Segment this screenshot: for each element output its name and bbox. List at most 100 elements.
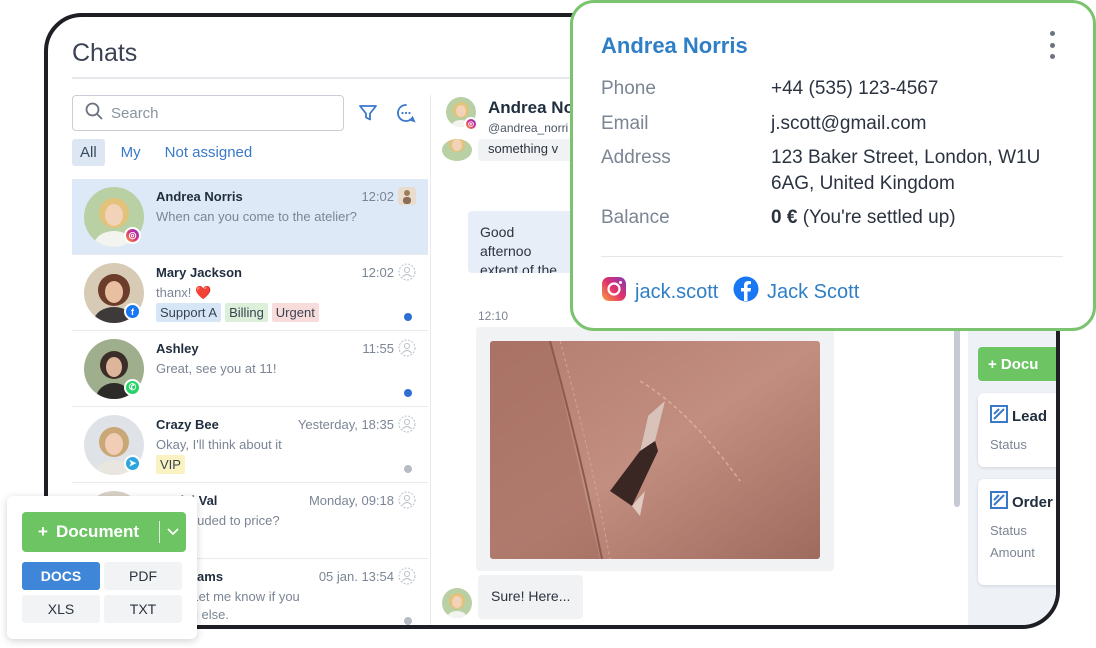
conversation-scrollbar[interactable] xyxy=(954,317,962,625)
chat-time: 12:02 xyxy=(361,189,394,204)
assigned-agent-avatar-icon xyxy=(398,187,416,205)
message-avatar xyxy=(442,139,472,161)
email-label: Email xyxy=(601,113,649,134)
conversation-handle: @andrea_norri xyxy=(488,121,569,135)
facebook-name[interactable]: Jack Scott xyxy=(767,281,859,304)
chat-time: 05 jan. 13:54 xyxy=(318,569,394,584)
format-txt[interactable]: TXT xyxy=(104,595,182,623)
message-bubble-incoming: something v xyxy=(478,139,578,161)
balance-amount: 0 € xyxy=(771,207,798,228)
chat-row-andrea-norris[interactable]: ◎ Andrea Norris 12:02 When can you come … xyxy=(72,179,428,255)
instagram-link[interactable]: jack.scott xyxy=(601,276,718,308)
chat-tags: Support A Billing Urgent xyxy=(156,303,319,322)
address-line-2: 6AG, United Kingdom xyxy=(771,173,955,194)
unassigned-agent-icon xyxy=(398,339,416,357)
document-widget: + Document DOCS PDF XLS TXT xyxy=(7,496,197,639)
contact-card-popup: Andrea Norris Phone +44 (535) 123-4567 E… xyxy=(570,0,1096,331)
leather-jacket-photo[interactable] xyxy=(490,341,820,559)
crm-add-document-button[interactable]: + Docu xyxy=(978,347,1056,381)
crm-card-lead[interactable]: Lead Status xyxy=(978,393,1056,467)
unassigned-agent-icon xyxy=(398,567,416,585)
contact-name: Andrea Norris xyxy=(601,33,748,58)
chevron-down-icon[interactable] xyxy=(160,528,186,536)
message-time: 12:10 xyxy=(478,309,509,323)
title-divider xyxy=(72,77,612,79)
tag: VIP xyxy=(156,455,185,474)
format-docs[interactable]: DOCS xyxy=(22,562,100,590)
format-pdf[interactable]: PDF xyxy=(104,562,182,590)
chat-tags: VIP xyxy=(156,455,185,474)
whatsapp-icon: ✆ xyxy=(124,379,141,396)
message-text: extent of the p xyxy=(480,262,558,273)
message-avatar xyxy=(442,588,472,618)
tag: Billing xyxy=(225,303,268,322)
phone-value[interactable]: +44 (535) 123-4567 xyxy=(771,76,938,102)
read-dot xyxy=(404,617,412,625)
message-text: something v xyxy=(488,141,559,156)
facebook-icon: f xyxy=(124,303,141,320)
conversation-contact-name: Andrea No xyxy=(488,98,574,117)
instagram-icon: ◎ xyxy=(124,227,141,244)
instagram-icon: ◎ xyxy=(464,117,478,131)
address-value: 123 Baker Street, London, W1U 6AG, Unite… xyxy=(771,145,1040,197)
unassigned-agent-icon xyxy=(398,415,416,433)
order-icon xyxy=(990,491,1008,513)
tag: Support A xyxy=(156,303,222,322)
message-bubble-incoming: Sure! Here... xyxy=(478,575,584,619)
crm-field-label: Amount xyxy=(990,545,1035,560)
chat-row-crazy-bee[interactable]: ➤ Crazy Bee Yesterday, 18:35 Okay, I'll … xyxy=(72,407,428,483)
crm-field-label: Status xyxy=(990,523,1027,538)
crm-field-label: Status xyxy=(990,437,1027,452)
format-xls[interactable]: XLS xyxy=(22,595,100,623)
column-divider xyxy=(430,95,431,625)
filter-tab-my[interactable]: My xyxy=(113,139,149,166)
unread-dot xyxy=(404,389,412,397)
crm-card-order[interactable]: Order Status Amount xyxy=(978,479,1056,585)
crm-card-title: Order xyxy=(990,491,1053,513)
crm-card-title: Lead xyxy=(990,405,1047,427)
tag: Urgent xyxy=(271,303,319,322)
message-bubble-outgoing: Good afternoo extent of the p xyxy=(468,211,578,273)
unassigned-agent-icon xyxy=(398,491,416,509)
facebook-link[interactable]: Jack Scott xyxy=(733,276,859,308)
more-options-icon[interactable] xyxy=(1047,31,1057,59)
chat-name: Mary Jackson xyxy=(156,265,242,280)
crm-card-title-text: Order xyxy=(1012,493,1053,511)
facebook-icon xyxy=(733,276,759,308)
chat-row-mary-jackson[interactable]: f Mary Jackson 12:02 thanx! ❤️ Support A… xyxy=(72,255,428,331)
chat-preview: Great, see you at 11! xyxy=(156,361,277,376)
search-icon xyxy=(85,102,103,125)
chat-row-ashley[interactable]: ✆ Ashley 11:55 Great, see you at 11! xyxy=(72,331,428,407)
chat-time: 12:02 xyxy=(361,265,394,280)
chat-name: Ashley xyxy=(156,341,199,356)
stage: Chats All My Not assigned xyxy=(0,0,1096,648)
crm-card-title-text: Lead xyxy=(1012,407,1048,425)
email-value[interactable]: j.scott@gmail.com xyxy=(771,111,927,137)
chat-preview: When can you come to the atelier? xyxy=(156,209,357,224)
address-label: Address xyxy=(601,147,671,168)
chat-filter-tabs: All My Not assigned xyxy=(72,139,268,166)
filter-tab-not-assigned[interactable]: Not assigned xyxy=(157,139,261,166)
address-line-1: 123 Baker Street, London, W1U xyxy=(771,147,1041,168)
balance-label: Balance xyxy=(601,207,670,228)
add-document-label: Document xyxy=(55,522,140,541)
instagram-icon xyxy=(601,276,627,308)
filter-icon[interactable] xyxy=(356,101,380,125)
photo-message[interactable] xyxy=(476,327,834,571)
chat-time: Yesterday, 18:35 xyxy=(297,417,394,432)
message-text: Sure! Here... xyxy=(491,588,571,604)
phone-label: Phone xyxy=(601,78,656,99)
chat-name: Crazy Bee xyxy=(156,417,219,432)
new-chat-icon[interactable] xyxy=(394,101,418,125)
instagram-handle[interactable]: jack.scott xyxy=(635,281,718,304)
search-input[interactable] xyxy=(111,104,311,122)
filter-tab-all[interactable]: All xyxy=(72,139,105,166)
unassigned-agent-icon xyxy=(398,263,416,281)
search-box[interactable] xyxy=(72,95,344,131)
chat-time: Monday, 09:18 xyxy=(308,493,394,508)
chat-name: Andrea Norris xyxy=(156,189,243,204)
plus-icon: + xyxy=(38,522,48,541)
scrollbar-thumb[interactable] xyxy=(954,317,960,507)
add-document-button[interactable]: + Document xyxy=(22,512,186,552)
lead-icon xyxy=(990,405,1008,427)
